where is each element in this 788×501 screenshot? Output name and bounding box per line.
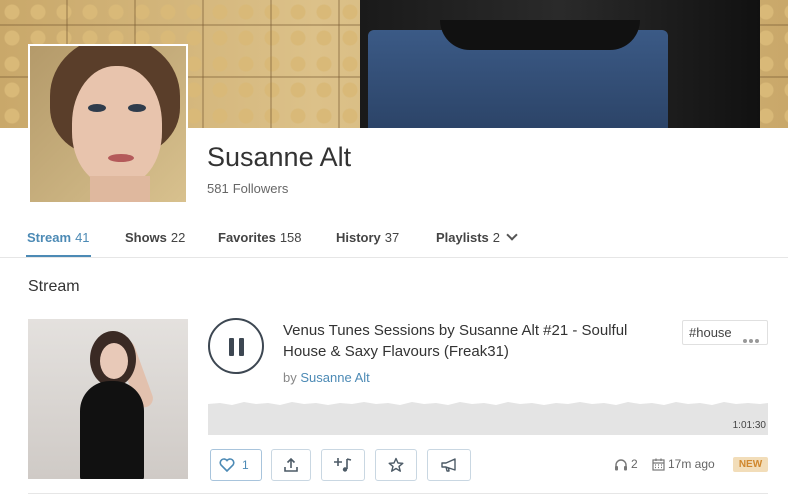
like-button[interactable]: 1 — [210, 449, 262, 481]
tab-stream[interactable]: Stream 41 — [26, 230, 91, 257]
share-button[interactable] — [271, 449, 311, 481]
tag-box: #house — [682, 320, 768, 345]
track-byline: by Susanne Alt — [283, 370, 370, 385]
avatar-face — [72, 66, 162, 186]
megaphone-icon — [441, 458, 456, 472]
tab-count: 37 — [384, 230, 400, 245]
tab-label: Stream — [27, 230, 72, 245]
tab-count: 158 — [279, 230, 302, 245]
headphones-icon — [615, 459, 627, 471]
track-duration: 1:01:30 — [732, 420, 766, 431]
new-badge: NEW — [733, 457, 768, 472]
like-count: 1 — [242, 458, 249, 472]
ellipsis-icon[interactable] — [741, 331, 759, 346]
cover-face — [100, 343, 128, 379]
tab-shows[interactable]: Shows 22 — [125, 230, 185, 245]
repost-button[interactable] — [427, 449, 471, 481]
tag-house[interactable]: #house — [689, 325, 732, 340]
avatar-neck — [90, 176, 150, 202]
calendar-icon — [652, 458, 665, 471]
profile-tabs: Stream 41 Shows 22 Favorites 158 History 37 … — [0, 220, 788, 258]
share-icon — [284, 457, 298, 472]
tab-label: Playlists — [436, 230, 489, 245]
track-cover[interactable] — [28, 319, 188, 479]
pause-icon-bar — [239, 338, 244, 356]
waveform[interactable] — [208, 400, 768, 435]
section-title: Stream — [28, 278, 80, 295]
avatar-eye-right — [128, 104, 146, 112]
heart-icon — [219, 458, 235, 472]
track-title[interactable]: Venus Tunes Sessions by Susanne Alt #21 … — [283, 320, 663, 362]
tab-history[interactable]: History 37 — [336, 230, 399, 245]
avatar-eye-left — [88, 104, 106, 112]
favorite-button[interactable] — [375, 449, 417, 481]
listen-count: 2 — [614, 457, 638, 471]
chevron-down-icon[interactable] — [506, 229, 518, 241]
pause-button[interactable] — [208, 318, 264, 374]
tab-count: 2 — [492, 230, 500, 245]
tab-count: 41 — [75, 230, 90, 245]
add-to-playlist-icon — [334, 458, 352, 472]
followers-count[interactable]: 581 Followers — [207, 181, 288, 196]
star-icon — [388, 457, 404, 472]
cover-dress — [80, 381, 144, 479]
avatar-lips — [108, 154, 134, 162]
followers-label: Followers — [232, 181, 289, 196]
artist-link[interactable]: Susanne Alt — [300, 370, 369, 385]
followers-number: 581 — [207, 181, 229, 196]
upload-time-value: 17m ago — [668, 457, 715, 471]
divider — [28, 493, 768, 494]
tab-label: Favorites — [218, 230, 276, 245]
listen-count-value: 2 — [631, 457, 638, 471]
tab-label: Shows — [125, 230, 167, 245]
profile-avatar[interactable] — [28, 44, 188, 204]
byline-prefix: by — [283, 370, 297, 385]
tab-label: History — [336, 230, 381, 245]
banner-shirt — [440, 20, 640, 50]
tab-favorites[interactable]: Favorites 158 — [218, 230, 302, 245]
profile-name: Susanne Alt — [207, 142, 352, 172]
pause-icon — [229, 338, 234, 356]
tab-playlists[interactable]: Playlists 2 — [436, 229, 518, 245]
tab-count: 22 — [170, 230, 186, 245]
upload-time: 17m ago — [652, 457, 715, 471]
add-to-playlist-button[interactable] — [321, 449, 365, 481]
